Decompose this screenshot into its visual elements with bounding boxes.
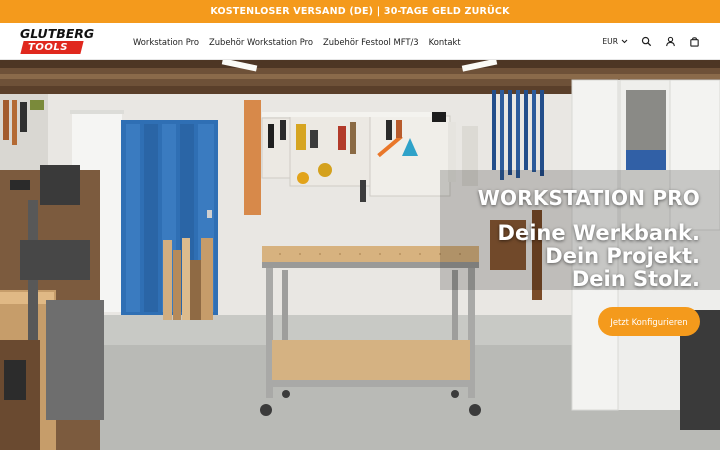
logo-wordmark: GLUTBERG [20, 26, 95, 41]
announcement-bar: KOSTENLOSER VERSAND (DE) | 30-TAGE GELD … [0, 0, 720, 23]
search-icon[interactable] [641, 36, 652, 47]
main-nav: Workstation Pro Zubehör Workstation Pro … [133, 23, 461, 60]
currency-label: EUR [602, 37, 618, 46]
nav-item-kontakt[interactable]: Kontakt [429, 37, 461, 47]
nav-item-zubehoer-workstation-pro[interactable]: Zubehör Workstation Pro [209, 37, 313, 47]
header-actions: EUR [602, 23, 700, 60]
nav-item-zubehoer-festool[interactable]: Zubehör Festool MFT/3 [323, 37, 419, 47]
chevron-down-icon [621, 39, 628, 44]
hero-title: WORKSTATION PRO [477, 186, 700, 210]
hero-line-3: Dein Stolz. [571, 267, 700, 291]
logo-subtitle: TOOLS [28, 42, 68, 53]
announcement-text: KOSTENLOSER VERSAND (DE) | 30-TAGE GELD … [210, 6, 510, 17]
brand-logo[interactable]: GLUTBERG TOOLS [20, 26, 124, 55]
hero-tagline: Deine Werkbank. Dein Projekt. Dein Stolz… [498, 222, 700, 291]
bag-icon[interactable] [689, 36, 700, 47]
site-header: GLUTBERG TOOLS Workstation Pro Zubehör W… [0, 23, 720, 60]
nav-item-workstation-pro[interactable]: Workstation Pro [133, 37, 199, 47]
hero-line-2: Dein Projekt. [545, 244, 700, 268]
hero-line-1: Deine Werkbank. [497, 221, 700, 245]
currency-selector[interactable]: EUR [602, 37, 628, 46]
user-icon[interactable] [665, 36, 676, 47]
configure-button[interactable]: Jetzt Konfigurieren [598, 307, 700, 336]
hero-banner: WORKSTATION PRO Deine Werkbank. Dein Pro… [0, 60, 720, 450]
